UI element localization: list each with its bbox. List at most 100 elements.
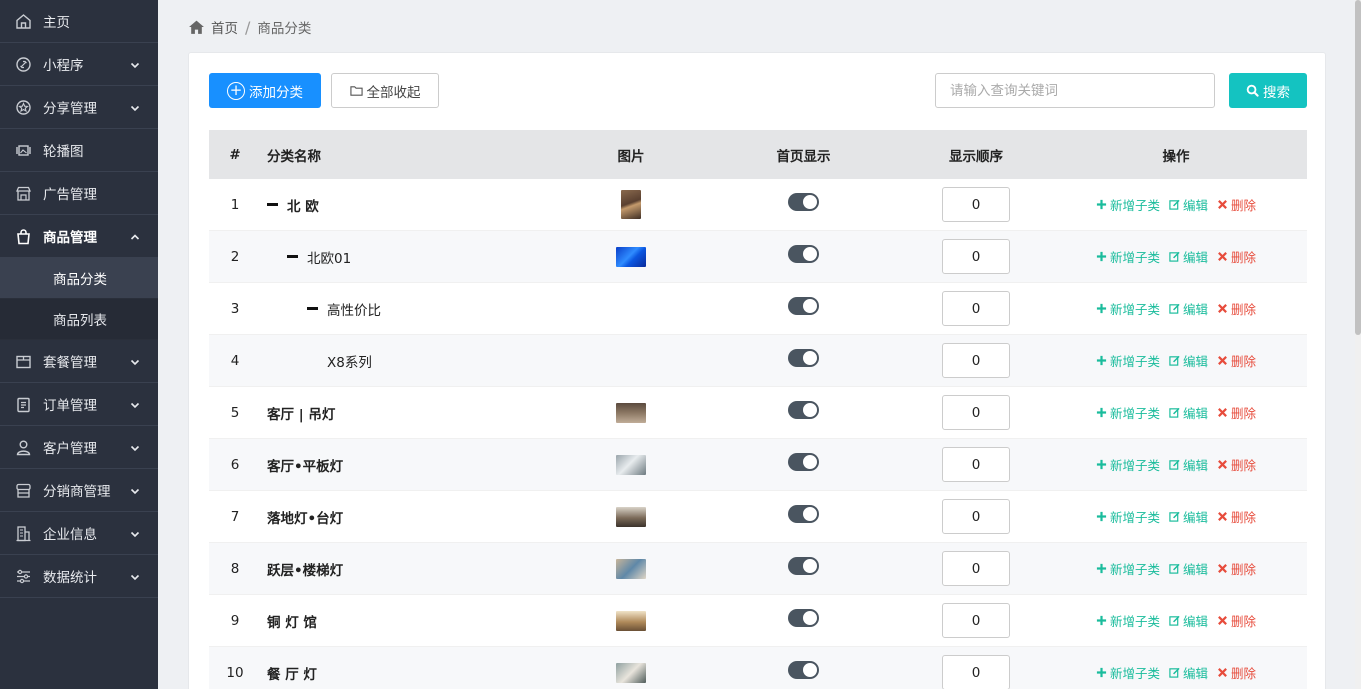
show-on-home-toggle[interactable] (788, 192, 819, 211)
delete-link[interactable]: 删除 (1217, 351, 1256, 370)
add-subcategory-link[interactable]: 新增子类 (1096, 559, 1160, 578)
category-name: 客厅 | 吊灯 (267, 406, 336, 423)
scrollbar-thumb[interactable] (1355, 0, 1361, 335)
display-order-input[interactable] (942, 551, 1010, 586)
show-on-home-toggle[interactable] (788, 400, 819, 419)
sidebar-item-11[interactable]: 数据统计 (0, 555, 158, 598)
breadcrumb-home[interactable]: 首页 (211, 17, 238, 37)
delete-link[interactable]: 删除 (1217, 403, 1256, 422)
edit-link[interactable]: 编辑 (1169, 195, 1208, 214)
edit-link[interactable]: 编辑 (1169, 299, 1208, 318)
collapse-all-button[interactable]: 全部收起 (331, 73, 439, 108)
home-icon[interactable] (188, 19, 205, 36)
category-table: # 分类名称 图片 首页显示 显示顺序 操作 1北 欧新增子类编辑删除2北欧01… (209, 130, 1307, 689)
show-on-home-toggle[interactable] (788, 608, 819, 627)
collapse-toggle-icon[interactable] (307, 307, 318, 310)
delete-link[interactable]: 删除 (1217, 559, 1256, 578)
sidebar-item-7[interactable]: 订单管理 (0, 383, 158, 426)
sidebar-item-3[interactable]: 轮播图 (0, 129, 158, 172)
edit-label: 编辑 (1182, 354, 1208, 369)
category-name: 北 欧 (287, 198, 319, 215)
add-subcategory-link[interactable]: 新增子类 (1096, 663, 1160, 682)
edit-link[interactable]: 编辑 (1169, 663, 1208, 682)
delete-link[interactable]: 删除 (1217, 663, 1256, 682)
sidebar-item-label: 主页 (43, 15, 70, 31)
clipboard-icon (14, 395, 32, 413)
search-input[interactable] (935, 73, 1215, 108)
plus-icon (1096, 303, 1107, 314)
sidebar-item-9[interactable]: 分销商管理 (0, 469, 158, 512)
display-order-input[interactable] (942, 239, 1010, 274)
sidebar-item-8[interactable]: 客户管理 (0, 426, 158, 469)
row-index: 7 (230, 508, 240, 525)
show-on-home-toggle[interactable] (788, 660, 819, 679)
delete-link[interactable]: 删除 (1217, 299, 1256, 318)
display-order-input[interactable] (942, 343, 1010, 378)
display-order-input[interactable] (942, 395, 1010, 430)
close-icon (1218, 200, 1227, 209)
edit-link[interactable]: 编辑 (1169, 351, 1208, 370)
edit-link[interactable]: 编辑 (1169, 403, 1208, 422)
delete-label: 删除 (1231, 198, 1257, 213)
row-actions: 新增子类 编辑 删除 (1096, 455, 1256, 474)
add-subcategory-link[interactable]: 新增子类 (1096, 507, 1160, 526)
delete-link[interactable]: 删除 (1217, 455, 1256, 474)
edit-link[interactable]: 编辑 (1169, 559, 1208, 578)
edit-link[interactable]: 编辑 (1169, 455, 1208, 474)
delete-link[interactable]: 删除 (1217, 247, 1256, 266)
add-subcategory-link[interactable]: 新增子类 (1096, 455, 1160, 474)
add-subcategory-label: 新增子类 (1109, 614, 1160, 629)
show-on-home-toggle[interactable] (788, 556, 819, 575)
collapse-toggle-icon[interactable] (287, 255, 298, 258)
display-order-input[interactable] (942, 499, 1010, 534)
edit-link[interactable]: 编辑 (1169, 247, 1208, 266)
sidebar-item-5[interactable]: 商品管理 (0, 215, 158, 258)
close-icon (1218, 356, 1227, 365)
show-on-home-toggle[interactable] (788, 348, 819, 367)
delete-link[interactable]: 删除 (1217, 611, 1256, 630)
display-order-input[interactable] (942, 447, 1010, 482)
display-order-input[interactable] (942, 187, 1010, 222)
sidebar-item-label: 套餐管理 (43, 355, 97, 371)
show-on-home-toggle[interactable] (788, 452, 819, 471)
show-on-home-toggle[interactable] (788, 296, 819, 315)
sidebar-subitem-0[interactable]: 商品分类 (0, 258, 158, 299)
edit-label: 编辑 (1182, 562, 1208, 577)
display-order-input[interactable] (942, 291, 1010, 326)
sidebar-item-10[interactable]: 企业信息 (0, 512, 158, 555)
chevron-down-icon (130, 59, 140, 69)
page-scrollbar[interactable] (1355, 0, 1361, 689)
show-on-home-toggle[interactable] (788, 244, 819, 263)
category-image (621, 190, 641, 219)
edit-link[interactable]: 编辑 (1169, 611, 1208, 630)
table-row: 5 客厅 | 吊灯 新增子类 编辑 删除 (209, 387, 1307, 439)
sidebar-item-2[interactable]: 分享管理 (0, 86, 158, 129)
collapse-toggle-icon[interactable] (267, 203, 278, 206)
edit-label: 编辑 (1182, 510, 1208, 525)
add-category-button[interactable]: + 添加分类 (209, 73, 321, 108)
show-on-home-toggle[interactable] (788, 504, 819, 523)
sidebar-item-label: 客户管理 (43, 441, 97, 457)
row-name-cell: 餐 厅 灯 (261, 663, 561, 683)
delete-link[interactable]: 删除 (1217, 507, 1256, 526)
sidebar-subitem-1[interactable]: 商品列表 (0, 299, 158, 340)
header-index: # (229, 146, 241, 163)
table-header: # 分类名称 图片 首页显示 显示顺序 操作 (209, 130, 1307, 179)
add-subcategory-link[interactable]: 新增子类 (1096, 299, 1160, 318)
sidebar-item-0[interactable]: 主页 (0, 0, 158, 43)
sidebar-item-1[interactable]: 小程序 (0, 43, 158, 86)
search-button[interactable]: 搜索 (1229, 73, 1307, 108)
add-subcategory-link[interactable]: 新增子类 (1096, 351, 1160, 370)
display-order-input[interactable] (942, 655, 1010, 689)
delete-link[interactable]: 删除 (1217, 195, 1256, 214)
row-order-cell (906, 499, 1046, 534)
add-subcategory-link[interactable]: 新增子类 (1096, 611, 1160, 630)
sidebar-item-4[interactable]: 广告管理 (0, 172, 158, 215)
sidebar-item-6[interactable]: 套餐管理 (0, 340, 158, 383)
display-order-input[interactable] (942, 603, 1010, 638)
add-subcategory-link[interactable]: 新增子类 (1096, 403, 1160, 422)
chevron-up-icon (130, 231, 140, 241)
edit-link[interactable]: 编辑 (1169, 507, 1208, 526)
add-subcategory-link[interactable]: 新增子类 (1096, 195, 1160, 214)
add-subcategory-link[interactable]: 新增子类 (1096, 247, 1160, 266)
